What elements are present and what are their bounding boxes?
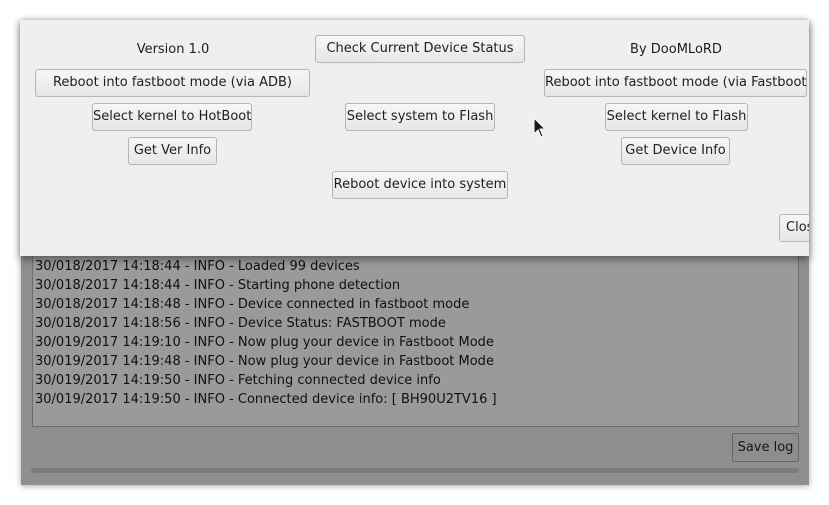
log-line: 30/018/2017 14:18:44 - INFO - Loaded 99 … (35, 259, 360, 274)
reboot-fastboot-adb-button[interactable]: Reboot into fastboot mode (via ADB) (35, 69, 310, 97)
select-kernel-flash-button[interactable]: Select kernel to Flash (605, 103, 748, 131)
log-line: 30/019/2017 14:19:50 - INFO - Fetching c… (35, 373, 441, 388)
reboot-fastboot-fastboot-button[interactable]: Reboot into fastboot mode (via Fastboot) (544, 69, 807, 97)
device-actions-dialog: Version 1.0 Check Current Device Status … (20, 20, 809, 256)
log-output[interactable]: 30/018/2017 14:18:44 - INFO - Loaded 99 … (32, 250, 799, 427)
progress-bar (31, 468, 799, 473)
get-device-info-button[interactable]: Get Device Info (621, 137, 730, 165)
save-log-button[interactable]: Save log (732, 433, 799, 462)
log-line: 30/019/2017 14:19:48 - INFO - Now plug y… (35, 354, 494, 369)
author-label: By DooMLoRD (630, 42, 722, 57)
reboot-system-button[interactable]: Reboot device into system (332, 171, 508, 199)
check-device-status-button[interactable]: Check Current Device Status (315, 35, 525, 63)
log-line: 30/018/2017 14:18:44 - INFO - Starting p… (35, 278, 401, 293)
mouse-pointer-icon (533, 117, 547, 138)
get-ver-info-button[interactable]: Get Ver Info (128, 137, 217, 165)
log-line: 30/019/2017 14:19:50 - INFO - Connected … (35, 392, 497, 407)
log-line: 30/019/2017 14:19:10 - INFO - Now plug y… (35, 335, 494, 350)
log-line: 30/018/2017 14:18:56 - INFO - Device Sta… (35, 316, 446, 331)
close-button[interactable]: Close (779, 214, 809, 242)
select-kernel-hotboot-button[interactable]: Select kernel to HotBoot (92, 103, 252, 131)
version-label: Version 1.0 (136, 42, 210, 57)
log-line: 30/018/2017 14:18:48 - INFO - Device con… (35, 297, 470, 312)
select-system-flash-button[interactable]: Select system to Flash (345, 103, 495, 131)
